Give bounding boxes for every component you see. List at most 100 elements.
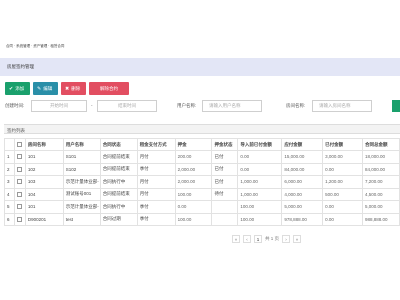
pagination: « ‹ 1 共 1 页 › » (232, 234, 302, 244)
table-row[interactable]: 4 104 测试账号001 合同提前结束 月付 100.00 待付 1,000.… (4, 187, 400, 201)
cell-user: S101 (62, 150, 101, 164)
table-row[interactable]: 1 101 S101 合同提前结束 月付 200.00 已付 0.00 15,0… (4, 150, 400, 164)
cell-deposit-status (211, 200, 239, 214)
cell-deposit-status: 已付 (211, 150, 239, 164)
cell-paid: 0.00 (322, 200, 363, 214)
table-row[interactable]: 5 101 示范计量体业部- 合同执行中 季付 0.00 100.00 5,00… (4, 200, 400, 214)
add-button[interactable]: ✔ 添加 (5, 82, 30, 95)
row-select[interactable] (13, 150, 26, 164)
cell-room: 104 (24, 187, 64, 201)
cell-total: 5,000.00 (362, 200, 400, 214)
cell-prepaid: 1,000.00 (237, 187, 283, 201)
cell-status: 合同提前结束 (99, 150, 138, 164)
row-select[interactable] (13, 200, 26, 214)
search-button[interactable] (392, 100, 400, 112)
row-select[interactable] (13, 162, 26, 176)
cell-total: 988,888.00 (362, 212, 400, 226)
cell-paid: 0.00 (322, 212, 363, 226)
row-select[interactable] (13, 187, 26, 201)
select-all-checkbox[interactable] (16, 142, 22, 148)
cell-status: 合同提前结束 (99, 187, 138, 201)
start-time-input[interactable]: 开始时间 (31, 100, 87, 112)
date-range-separator: - (91, 103, 93, 108)
breadcrumb: 房屋签约管理 (0, 58, 400, 76)
row-index: 1 (4, 150, 15, 164)
cell-deposit: 100.00 (174, 187, 213, 201)
cell-pay-method: 季付 (136, 200, 176, 214)
next-page-button[interactable]: › (282, 235, 291, 243)
cell-status: 合同执行中 (99, 200, 138, 214)
cell-user: 示范计量体业部- (62, 175, 101, 189)
user-name-input[interactable]: 请输入用户名称 (202, 100, 262, 112)
row-checkbox[interactable] (16, 179, 22, 185)
header-status: 合同状态 (99, 138, 138, 151)
delete-button-label: 删除 (71, 85, 81, 91)
cell-paid: 3,000.00 (322, 150, 363, 164)
cell-total: 84,000.00 (362, 162, 400, 176)
edit-button[interactable]: ✎ 编辑 (33, 82, 58, 95)
cell-pay-method: 月付 (136, 187, 176, 201)
cell-total: 4,500.00 (362, 187, 400, 201)
cell-pay-method: 月付 (136, 150, 176, 164)
row-checkbox[interactable] (16, 154, 22, 160)
room-name-input[interactable]: 请输入房间名称 (312, 100, 372, 112)
row-index: 3 (4, 175, 15, 189)
first-page-button[interactable]: « (232, 235, 240, 243)
cell-user: 示范计量体业部- (62, 200, 101, 214)
contract-table: 房间名称 用户名称 合同状态 租金支付方式 押金 押金状态 导入前已付金额 应付… (4, 138, 400, 226)
cell-deposit: 100.00 (174, 212, 213, 226)
header-paid: 已付金额 (322, 138, 363, 151)
cell-status: 合同过期 (99, 212, 138, 226)
cell-paid: 0.00 (322, 162, 363, 176)
header-prepaid: 导入前已付金额 (237, 138, 283, 151)
delete-button[interactable]: ✖ 删除 (61, 82, 86, 95)
header-deposit: 押金 (174, 138, 213, 151)
cell-pay-method: 月付 (136, 175, 176, 189)
row-checkbox[interactable] (16, 204, 22, 210)
add-button-label: 添加 (15, 85, 25, 91)
table-header-row: 房间名称 用户名称 合同状态 租金支付方式 押金 押金状态 导入前已付金额 应付… (4, 138, 400, 151)
row-index: 6 (4, 212, 15, 226)
header-room: 房间名称 (24, 138, 64, 151)
cell-room: 103 (24, 175, 64, 189)
table-row[interactable]: 3 103 示范计量体业部- 合同执行中 月付 2,000.00 已付 1,00… (4, 175, 400, 189)
cell-due: 5,000.00 (281, 200, 324, 214)
cell-room: D900201 (24, 212, 64, 226)
row-index: 2 (4, 162, 15, 176)
cell-prepaid: 0.00 (237, 150, 283, 164)
row-checkbox[interactable] (16, 191, 22, 197)
cell-deposit: 200.00 (174, 150, 213, 164)
user-name-label: 用户名称: (177, 103, 197, 108)
header-select-all[interactable] (13, 138, 26, 151)
last-page-button[interactable]: » (293, 235, 302, 243)
table-row[interactable]: 6 D900201 test 合同过期 季付 100.00 100.00 978… (4, 212, 400, 226)
header-user: 用户名称 (62, 138, 101, 151)
cell-deposit-status: 已付 (211, 162, 239, 176)
cell-due: 4,000.00 (281, 187, 324, 201)
header-due: 应付金额 (281, 138, 324, 151)
edit-icon: ✎ (37, 85, 42, 92)
row-select[interactable] (13, 175, 26, 189)
cell-paid: 500.00 (322, 187, 363, 201)
cell-deposit-status: 已付 (211, 175, 239, 189)
trash-icon: ✖ (65, 85, 70, 92)
cell-prepaid: 1,000.00 (237, 175, 283, 189)
page-footer-space (0, 250, 400, 300)
end-time-input[interactable]: 结束时间 (97, 100, 157, 112)
created-time-label: 创建时间: (5, 103, 25, 108)
header-pay-method: 租金支付方式 (136, 138, 176, 151)
cell-room: 102 (24, 162, 64, 176)
row-checkbox[interactable] (16, 216, 22, 222)
prev-page-button[interactable]: ‹ (243, 235, 251, 243)
row-select[interactable] (13, 212, 26, 226)
table-row[interactable]: 2 102 S102 合同提前结束 季付 2,000.00 已付 0.00 84… (4, 162, 400, 176)
header-deposit-status: 押金状态 (211, 138, 239, 151)
current-page-input[interactable]: 1 (254, 235, 262, 243)
top-header: 合同 · 系统管理 · 资产管理 · 租赁合同 (0, 0, 400, 50)
check-icon: ✔ (9, 85, 14, 92)
terminate-contract-button[interactable]: 解除合约 (89, 82, 129, 95)
cell-prepaid: 0.00 (237, 162, 283, 176)
edit-button-label: 编辑 (43, 85, 53, 91)
cell-total: 18,000.00 (362, 150, 400, 164)
row-checkbox[interactable] (16, 166, 22, 172)
